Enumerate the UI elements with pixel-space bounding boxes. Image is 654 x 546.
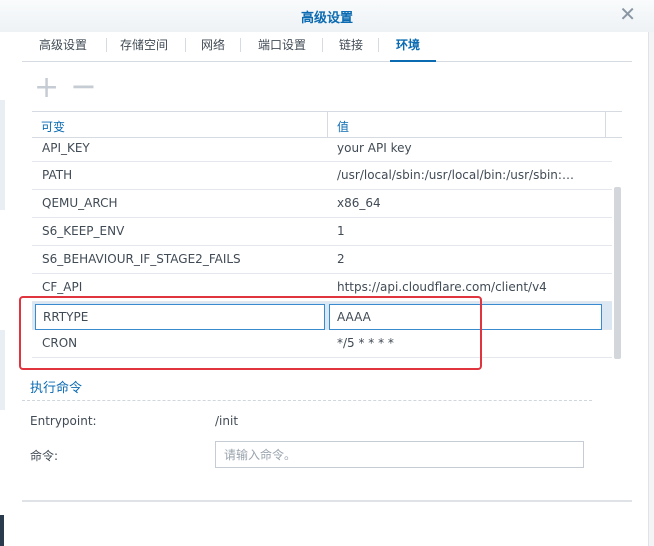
tab-separator bbox=[240, 38, 241, 52]
column-separator[interactable] bbox=[327, 112, 328, 138]
dialog-title: 高级设置 bbox=[300, 11, 353, 26]
value-cell[interactable]: /usr/local/sbin:/usr/local/bin:/usr/sbin… bbox=[337, 168, 577, 182]
value-cell[interactable]: */5 * * * * bbox=[337, 336, 577, 350]
tab-separator bbox=[322, 38, 323, 52]
column-header-variable[interactable]: 可变 bbox=[41, 118, 65, 135]
table-row[interactable]: S6_KEEP_ENV 1 bbox=[32, 218, 612, 246]
tab-storage[interactable]: 存储空间 bbox=[120, 36, 168, 53]
grid-scrollbar[interactable] bbox=[614, 187, 621, 359]
command-label: 命令: bbox=[30, 449, 59, 463]
variable-cell[interactable]: CRON bbox=[42, 336, 322, 350]
variable-cell[interactable]: CF_API bbox=[42, 280, 322, 294]
tab-advanced-settings[interactable]: 高级设置 bbox=[39, 36, 87, 53]
environment-variable-grid: 可变 值 API_KEY your API key PATH /usr/loca… bbox=[32, 111, 622, 359]
tab-links[interactable]: 链接 bbox=[339, 36, 363, 53]
tab-environment[interactable]: 环境 bbox=[396, 36, 420, 53]
active-tab-indicator bbox=[390, 60, 436, 62]
table-row-editing[interactable]: RRTYPE AAAA bbox=[32, 302, 612, 330]
table-row[interactable]: PATH /usr/local/sbin:/usr/local/bin:/usr… bbox=[32, 162, 612, 190]
entrypoint-value: /init bbox=[215, 414, 239, 428]
variable-cell[interactable]: PATH bbox=[42, 168, 322, 182]
column-header-value[interactable]: 值 bbox=[337, 118, 349, 135]
window-edge bbox=[648, 0, 654, 546]
entrypoint-label: Entrypoint: bbox=[30, 414, 97, 428]
section-divider bbox=[22, 400, 592, 401]
plus-icon[interactable]: + bbox=[34, 73, 59, 103]
dialog-titlebar: 高级设置 ✕ bbox=[0, 0, 654, 32]
column-separator[interactable] bbox=[605, 112, 606, 138]
footer-divider bbox=[22, 500, 632, 502]
variable-edit-value: RRTYPE bbox=[43, 310, 89, 324]
section-title-execute-command: 执行命令 bbox=[30, 381, 83, 396]
tab-separator bbox=[185, 38, 186, 52]
tab-separator bbox=[106, 38, 107, 52]
command-input[interactable] bbox=[215, 441, 584, 468]
tab-separator bbox=[378, 38, 379, 52]
variable-cell[interactable]: API_KEY bbox=[42, 141, 322, 155]
table-row[interactable]: CF_API https://api.cloudflare.com/client… bbox=[32, 274, 612, 302]
value-edit-value: AAAA bbox=[337, 310, 371, 324]
table-row[interactable]: CRON */5 * * * * bbox=[32, 330, 612, 358]
tab-port-settings[interactable]: 端口设置 bbox=[258, 36, 306, 53]
tab-bar: 高级设置 存储空间 网络 端口设置 链接 环境 bbox=[22, 32, 632, 62]
table-row[interactable]: QEMU_ARCH x86_64 bbox=[32, 190, 612, 218]
value-cell[interactable]: 2 bbox=[337, 252, 577, 266]
value-cell[interactable]: https://api.cloudflare.com/client/v4 bbox=[337, 280, 577, 294]
tab-network[interactable]: 网络 bbox=[201, 36, 225, 53]
background-window-strip bbox=[0, 515, 4, 546]
minus-icon[interactable]: − bbox=[70, 70, 97, 102]
grid-header: 可变 值 bbox=[32, 112, 622, 138]
value-edit-field[interactable]: AAAA bbox=[329, 304, 602, 330]
variable-edit-field[interactable]: RRTYPE bbox=[35, 304, 325, 330]
variable-cell[interactable]: QEMU_ARCH bbox=[42, 196, 322, 210]
value-cell[interactable]: x86_64 bbox=[337, 196, 577, 210]
close-icon[interactable]: ✕ bbox=[619, 4, 636, 24]
value-cell[interactable]: 1 bbox=[337, 224, 577, 238]
background-window-strip bbox=[0, 100, 5, 210]
value-cell[interactable]: your API key bbox=[337, 141, 577, 155]
variable-cell[interactable]: S6_KEEP_ENV bbox=[42, 224, 322, 238]
background-window-strip bbox=[0, 330, 5, 410]
table-row[interactable]: API_KEY your API key bbox=[32, 138, 612, 162]
grid-rows: API_KEY your API key PATH /usr/local/sbi… bbox=[32, 138, 612, 358]
variable-cell[interactable]: S6_BEHAVIOUR_IF_STAGE2_FAILS bbox=[42, 252, 322, 266]
table-row[interactable]: S6_BEHAVIOUR_IF_STAGE2_FAILS 2 bbox=[32, 246, 612, 274]
